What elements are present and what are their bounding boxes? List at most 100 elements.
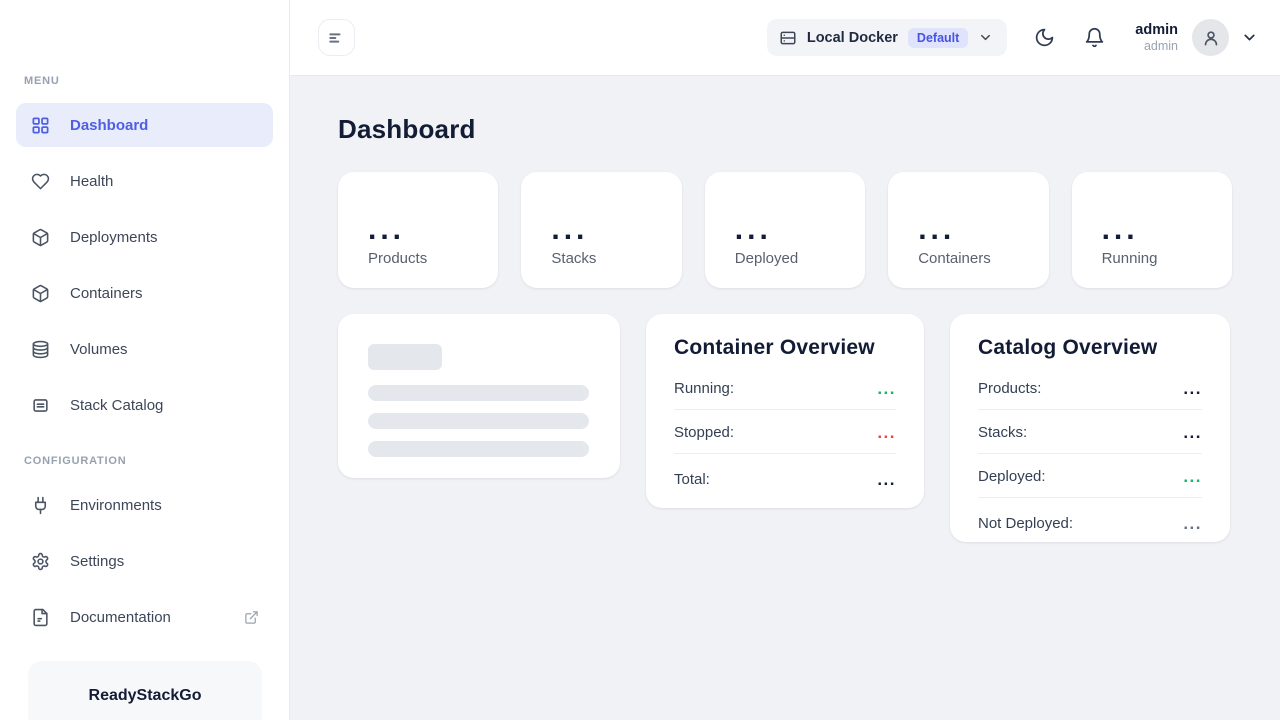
brand-card: ReadyStackGo: [28, 661, 262, 720]
row-value: ...: [877, 477, 896, 483]
sidebar-item-label: Health: [70, 173, 113, 190]
skeleton-bar: [368, 385, 589, 401]
chevron-down-icon: [1241, 29, 1258, 46]
user-menu-button[interactable]: [1241, 29, 1258, 46]
skeleton-bar: [368, 441, 589, 457]
loading-dots: ...: [1102, 225, 1232, 238]
box-icon: [30, 227, 50, 247]
row-label: Deployed:: [978, 468, 1046, 485]
brand-name: ReadyStackGo: [89, 687, 202, 720]
stat-label: Running: [1102, 250, 1232, 267]
skeleton-title-bar: [368, 344, 442, 370]
sidebar-item-stack-catalog[interactable]: Stack Catalog: [16, 383, 273, 427]
theme-toggle-button[interactable]: [1034, 27, 1055, 48]
stat-card-running: ... Running: [1072, 172, 1232, 288]
card-title: Container Overview: [674, 336, 896, 360]
sidebar-nav-configuration: Environments Settings Documentation: [0, 483, 289, 639]
sidebar-item-settings[interactable]: Settings: [16, 539, 273, 583]
stat-label: Deployed: [735, 250, 865, 267]
sidebar-item-health[interactable]: Health: [16, 159, 273, 203]
overview-row-total: Total: ...: [674, 454, 896, 500]
row-label: Total:: [674, 471, 710, 488]
sidebar: MENU Dashboard Health Deployments: [0, 0, 290, 720]
loading-dots: ...: [551, 225, 681, 238]
environment-selector[interactable]: Local Docker Default: [767, 19, 1007, 56]
sidebar-item-documentation[interactable]: Documentation: [16, 595, 273, 639]
chevron-down-icon: [978, 30, 993, 45]
gear-icon: [30, 551, 50, 571]
sidebar-item-label: Settings: [70, 553, 124, 570]
moon-icon: [1034, 27, 1055, 48]
row-label: Stopped:: [674, 424, 734, 441]
user-role: admin: [1135, 39, 1178, 55]
box-icon: [30, 283, 50, 303]
row-label: Running:: [674, 380, 734, 397]
sidebar-item-label: Stack Catalog: [70, 397, 163, 414]
page-title: Dashboard: [338, 114, 1232, 145]
environment-name: Local Docker: [807, 30, 898, 46]
sidebar-item-label: Volumes: [70, 341, 128, 358]
row-value: ...: [1183, 521, 1202, 527]
stat-card-containers: ... Containers: [888, 172, 1048, 288]
file-icon: [30, 607, 50, 627]
sidebar-item-environments[interactable]: Environments: [16, 483, 273, 527]
server-icon: [779, 29, 797, 47]
catalog-icon: [30, 395, 50, 415]
sidebar-item-label: Documentation: [70, 609, 224, 626]
overview-row-stacks: Stacks: ...: [978, 410, 1202, 454]
overview-row: Container Overview Running: ... Stopped:…: [338, 314, 1232, 542]
container-overview-card: Container Overview Running: ... Stopped:…: [646, 314, 924, 508]
main-area: Local Docker Default: [290, 0, 1280, 720]
overview-row-stopped: Stopped: ...: [674, 410, 896, 454]
external-link-icon: [244, 610, 259, 625]
environment-badge: Default: [908, 28, 968, 48]
loading-dots: ...: [735, 225, 865, 238]
sidebar-item-label: Deployments: [70, 229, 158, 246]
stat-label: Stacks: [551, 250, 681, 267]
overview-row-deployed: Deployed: ...: [978, 454, 1202, 498]
sidebar-item-volumes[interactable]: Volumes: [16, 327, 273, 371]
stat-label: Products: [368, 250, 498, 267]
topbar-right: Local Docker Default: [767, 19, 1258, 56]
app: MENU Dashboard Health Deployments: [0, 0, 1280, 720]
catalog-overview-card: Catalog Overview Products: ... Stacks: .…: [950, 314, 1230, 542]
row-value: ...: [877, 430, 896, 436]
heart-icon: [30, 171, 50, 191]
avatar[interactable]: [1192, 19, 1229, 56]
overview-row-products: Products: ...: [978, 366, 1202, 410]
card-title: Catalog Overview: [978, 336, 1202, 360]
overview-rows: Running: ... Stopped: ... Total: ...: [674, 366, 896, 500]
user-meta: admin admin: [1135, 21, 1178, 55]
user-icon: [1201, 28, 1221, 48]
row-value: ...: [1183, 430, 1202, 436]
grid-icon: [30, 115, 50, 135]
skeleton-bar: [368, 413, 589, 429]
stat-card-deployed: ... Deployed: [705, 172, 865, 288]
topbar: Local Docker Default: [290, 0, 1280, 76]
sidebar-item-dashboard[interactable]: Dashboard: [16, 103, 273, 147]
sidebar-item-label: Environments: [70, 497, 162, 514]
stat-cards-row: ... Products ... Stacks ... Deployed ...…: [338, 172, 1232, 288]
stat-card-stacks: ... Stacks: [521, 172, 681, 288]
sidebar-nav-menu: Dashboard Health Deployments Containers: [0, 103, 289, 427]
sidebar-item-label: Containers: [70, 285, 143, 302]
stat-card-products: ... Products: [338, 172, 498, 288]
sidebar-item-deployments[interactable]: Deployments: [16, 215, 273, 259]
sidebar-section-menu: MENU: [24, 75, 289, 87]
row-label: Stacks:: [978, 424, 1027, 441]
sidebar-section-configuration: CONFIGURATION: [24, 455, 289, 467]
sidebar-item-containers[interactable]: Containers: [16, 271, 273, 315]
row-label: Products:: [978, 380, 1041, 397]
loading-skeleton-card: [338, 314, 620, 478]
row-value: ...: [877, 386, 896, 392]
sidebar-item-label: Dashboard: [70, 117, 148, 134]
sidebar-toggle-button[interactable]: [318, 19, 355, 56]
notifications-button[interactable]: [1084, 27, 1105, 48]
overview-row-not-deployed: Not Deployed: ...: [978, 498, 1202, 544]
overview-row-running: Running: ...: [674, 366, 896, 410]
overview-rows: Products: ... Stacks: ... Deployed: ...: [978, 366, 1202, 544]
row-label: Not Deployed:: [978, 515, 1073, 532]
row-value: ...: [1183, 386, 1202, 392]
user-name: admin: [1135, 21, 1178, 39]
database-icon: [30, 339, 50, 359]
